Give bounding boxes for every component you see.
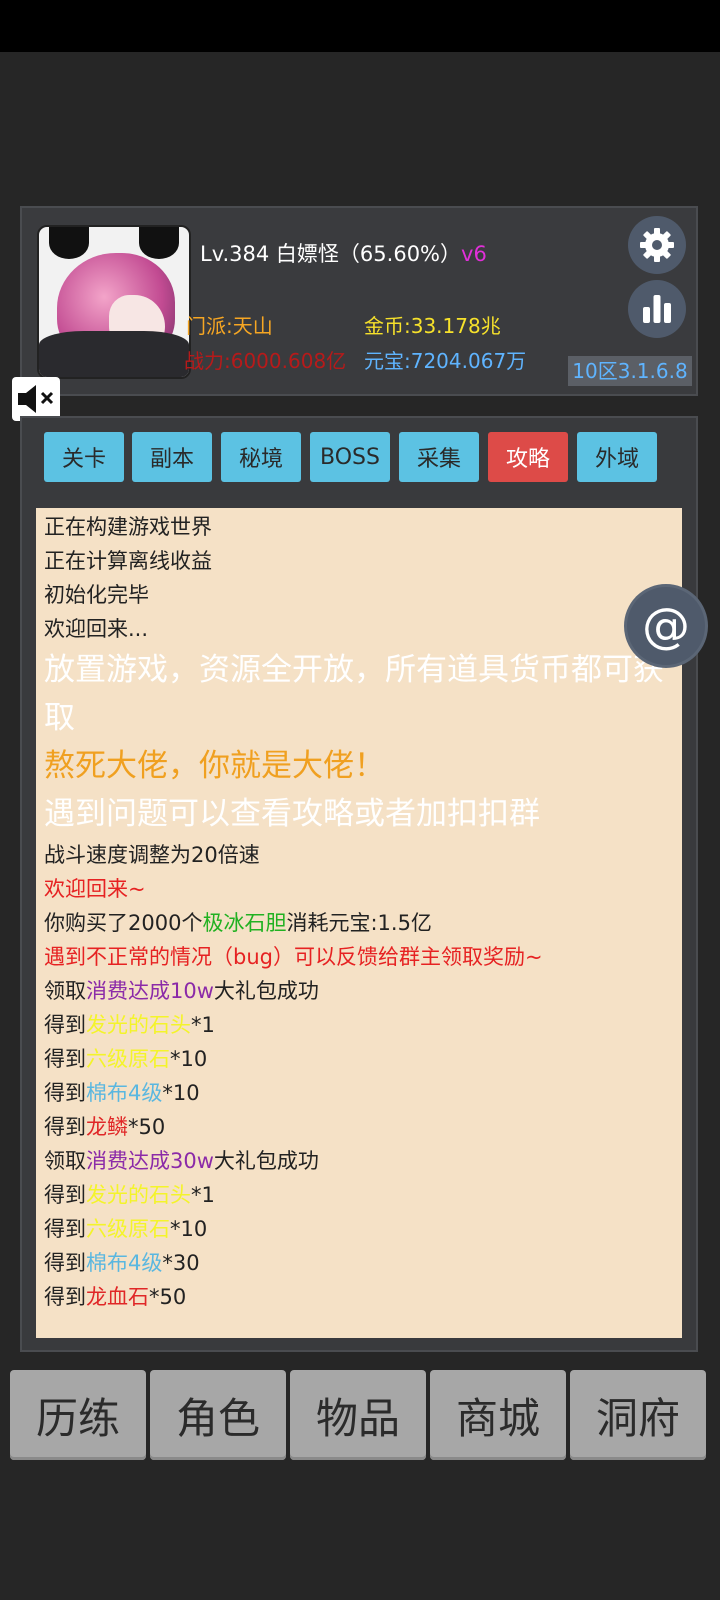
gear-icon [640, 228, 674, 262]
status-bar [0, 0, 720, 52]
log-line: 领取消费达成10w大礼包成功 [44, 979, 319, 1003]
player-gold: 金币:33.178兆 [364, 314, 501, 338]
item-name: 消费达成30w [86, 1149, 214, 1173]
message-log[interactable]: 正在构建游戏世界 正在计算离线收益 初始化完毕 欢迎回来... 放置游戏，资源全… [36, 508, 682, 1338]
log-line: 遇到不正常的情况（bug）可以反馈给群主领取奖励~ [44, 945, 543, 969]
item-name: 极冰石胆 [202, 911, 287, 935]
log-line: 得到棉布4级*30 [44, 1251, 200, 1275]
log-line: 正在构建游戏世界 [44, 515, 212, 539]
player-ingot: 元宝:7204.067万 [364, 349, 527, 373]
vip-badge: v6 [461, 242, 487, 266]
log-line: 得到龙血石*50 [44, 1285, 187, 1309]
main-panel: 关卡 副本 秘境 BOSS 采集 攻略 外域 正在构建游戏世界 正在计算离线收益… [20, 416, 698, 1352]
item-name: 龙鳞 [86, 1115, 128, 1139]
item-name: 发光的石头 [86, 1013, 191, 1037]
nav-cave-home[interactable]: 洞府 [570, 1370, 706, 1460]
log-line: 战斗速度调整为20倍速 [44, 843, 260, 867]
nav-character[interactable]: 角色 [150, 1370, 286, 1460]
log-line: 得到发光的石头*1 [44, 1183, 215, 1207]
player-level: Lv.384 白嫖怪（65.60%）v6 [200, 242, 487, 266]
tab-guide[interactable]: 攻略 [488, 432, 568, 482]
player-sect: 门派:天山 [186, 314, 273, 338]
nav-training[interactable]: 历练 [10, 1370, 146, 1460]
item-name: 六级原石 [86, 1047, 170, 1071]
stats-button[interactable] [628, 280, 686, 338]
nav-shop[interactable]: 商城 [430, 1370, 566, 1460]
log-line: 欢迎回来~ [44, 877, 146, 901]
log-announcement: 熬死大佬，你就是大佬！ [44, 748, 385, 784]
log-announcement: 放置游戏，资源全开放，所有道具货币都可获取 [44, 652, 664, 736]
avatar[interactable] [37, 225, 191, 379]
profile-panel: Lv.384 白嫖怪（65.60%）v6 门派:天山 金币:33.178兆 战力… [20, 206, 698, 396]
mention-button[interactable]: @ [624, 584, 708, 668]
settings-button[interactable] [628, 216, 686, 274]
log-line: 正在计算离线收益 [44, 549, 212, 573]
speaker-muted-icon [18, 385, 54, 413]
bar-chart-icon [643, 295, 671, 323]
bottom-nav: 历练 角色 物品 商城 洞府 [10, 1370, 710, 1460]
tab-stage[interactable]: 关卡 [44, 432, 124, 482]
tab-boss[interactable]: BOSS [310, 432, 390, 482]
log-line: 得到六级原石*10 [44, 1047, 208, 1071]
item-name: 棉布4级 [86, 1081, 163, 1105]
tab-secret-realm[interactable]: 秘境 [221, 432, 301, 482]
server-version: 10区3.1.6.8 [568, 356, 692, 386]
item-name: 龙血石 [86, 1285, 149, 1309]
log-line: 得到棉布4级*10 [44, 1081, 200, 1105]
log-line: 领取消费达成30w大礼包成功 [44, 1149, 319, 1173]
log-line: 欢迎回来... [44, 617, 149, 641]
log-line: 得到发光的石头*1 [44, 1013, 215, 1037]
log-line: 得到龙鳞*50 [44, 1115, 166, 1139]
log-line: 初始化完毕 [44, 583, 149, 607]
at-sign-icon: @ [642, 598, 690, 654]
player-power: 战力:6000.608亿 [184, 349, 347, 373]
tab-gather[interactable]: 采集 [399, 432, 479, 482]
log-announcement: 遇到问题可以查看攻略或者加扣扣群 [44, 796, 540, 832]
item-name: 六级原石 [86, 1217, 170, 1241]
item-name: 消费达成10w [86, 979, 214, 1003]
item-name: 棉布4级 [86, 1251, 163, 1275]
nav-items[interactable]: 物品 [290, 1370, 426, 1460]
tab-dungeon[interactable]: 副本 [132, 432, 212, 482]
log-line: 得到六级原石*10 [44, 1217, 208, 1241]
log-line: 你购买了2000个极冰石胆消耗元宝:1.5亿 [44, 911, 432, 935]
item-name: 发光的石头 [86, 1183, 191, 1207]
mute-button[interactable] [12, 377, 60, 421]
tab-outer-domain[interactable]: 外域 [577, 432, 657, 482]
